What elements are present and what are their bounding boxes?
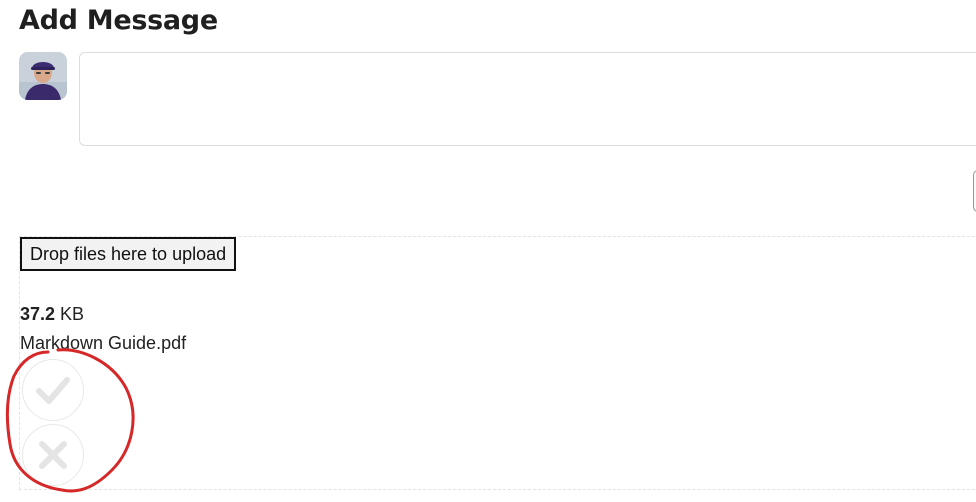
- avatar: [19, 52, 67, 100]
- add-message-panel: Add Message Drop files here to upload 37…: [0, 0, 976, 502]
- checkmark-icon: [36, 377, 70, 404]
- x-mark-icon: [39, 441, 67, 469]
- upload-success-mark: [22, 359, 84, 421]
- page-title: Add Message: [19, 5, 218, 36]
- upload-button[interactable]: Drop files here to upload: [20, 237, 237, 271]
- upload-error-mark: [22, 424, 84, 486]
- file-name: Markdown Guide.pdf: [20, 333, 187, 353]
- message-input[interactable]: [79, 52, 976, 146]
- file-dropzone[interactable]: [19, 236, 976, 490]
- file-size-unit: KB: [55, 304, 85, 324]
- file-size-value: 37.2: [20, 304, 56, 324]
- avatar-photo-icon: [19, 52, 67, 100]
- file-size: 37.2 KB: [20, 304, 84, 325]
